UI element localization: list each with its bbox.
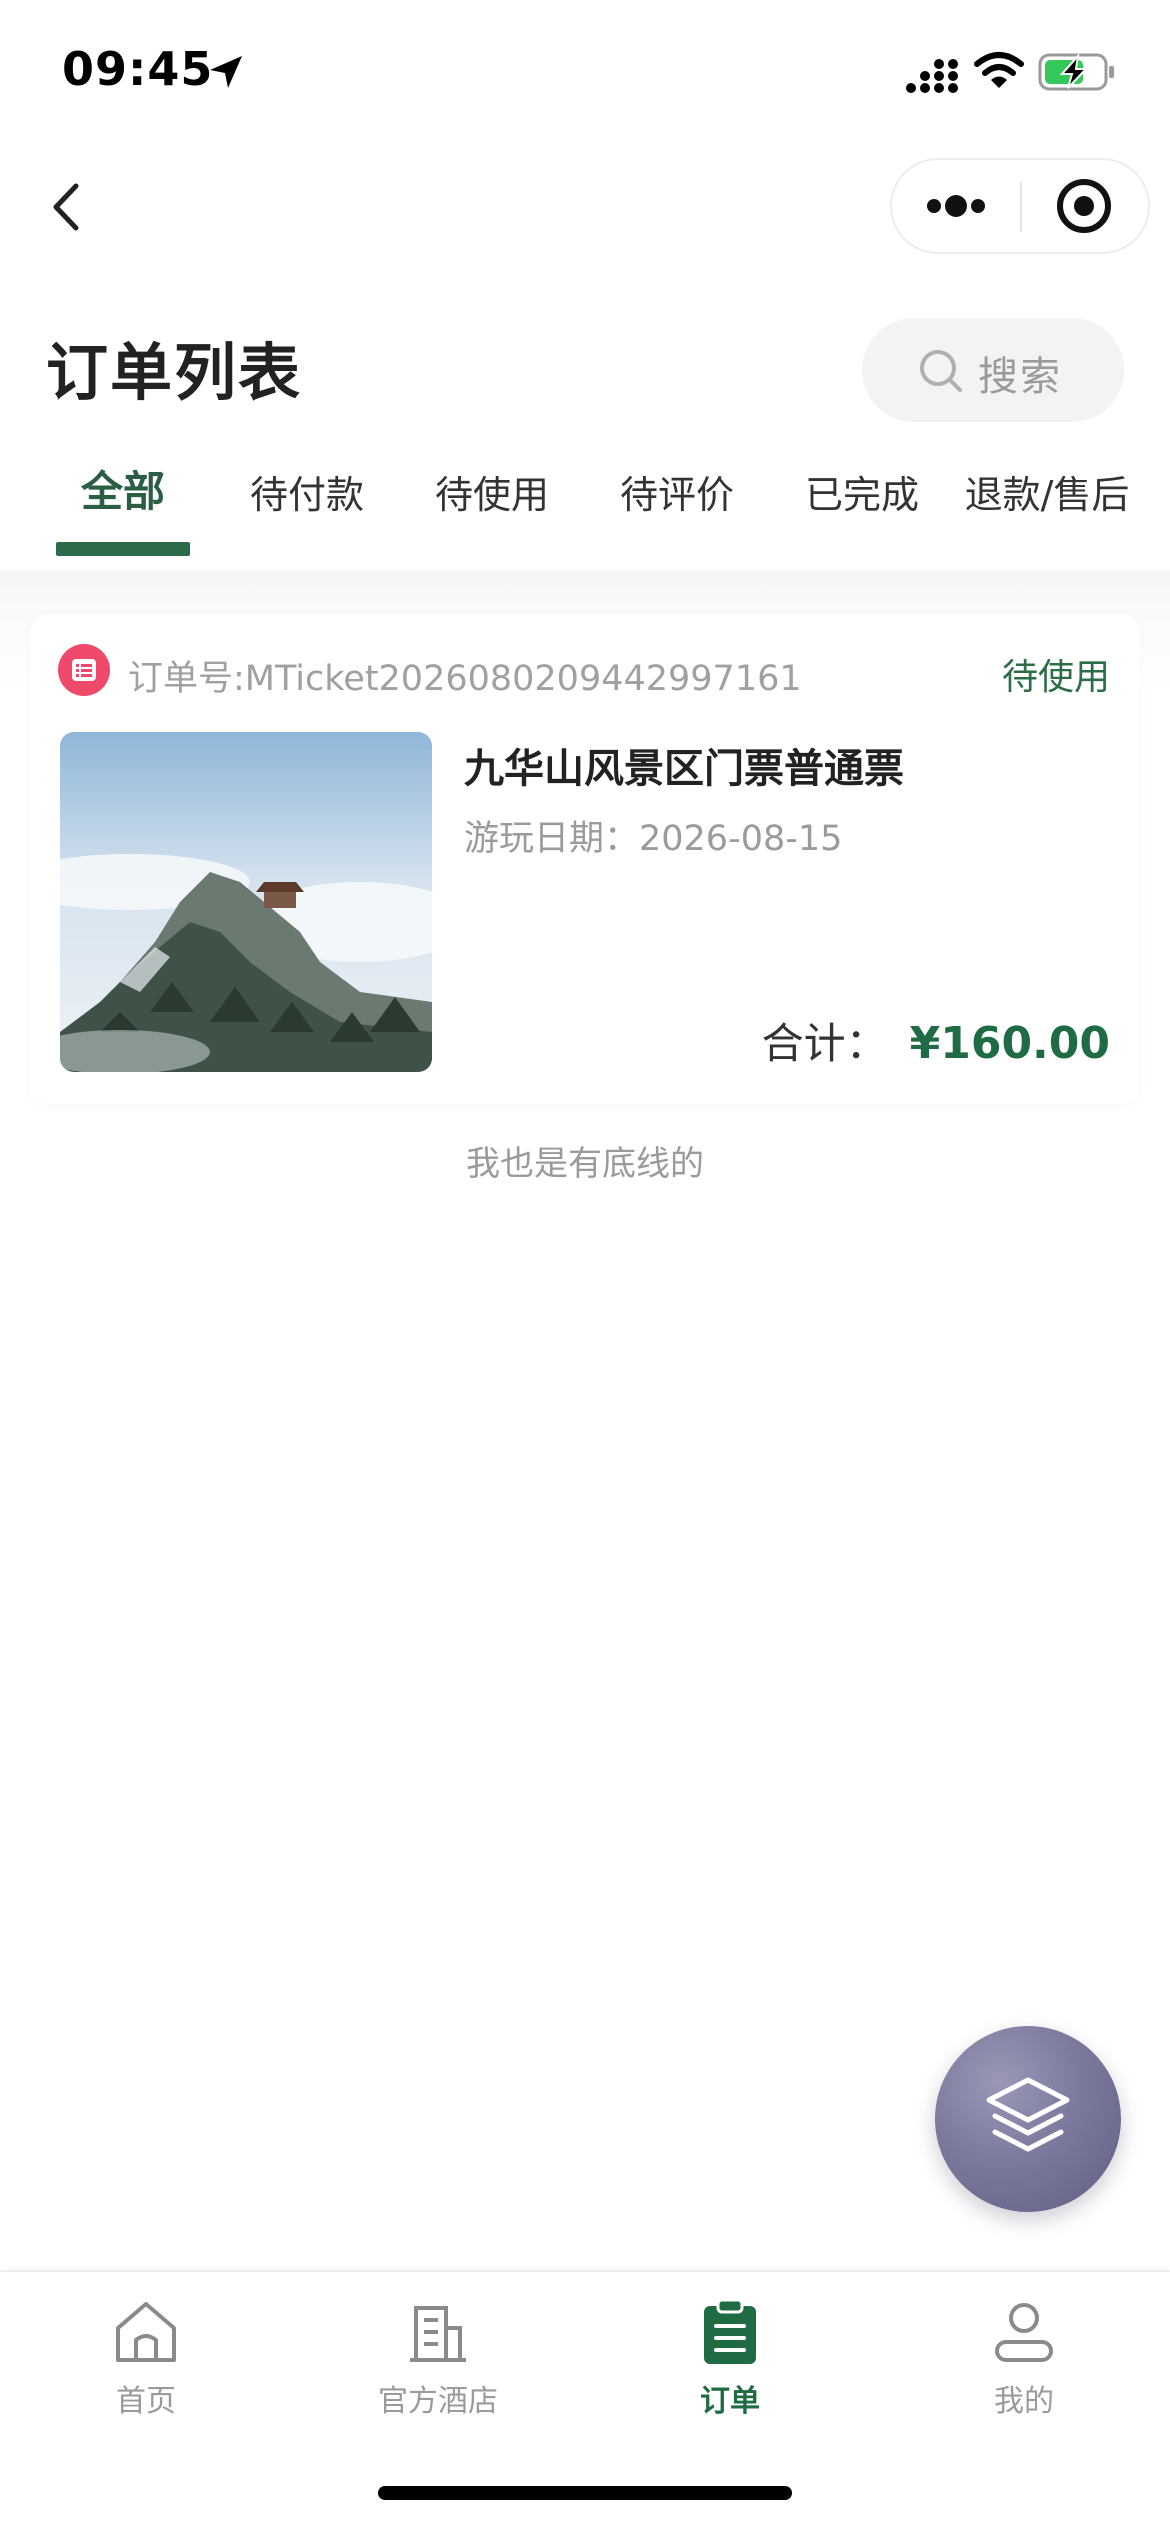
- tabbar-hotel[interactable]: 官方酒店: [338, 2296, 538, 2436]
- product-thumbnail: [60, 732, 432, 1072]
- wifi-icon: [974, 52, 1024, 88]
- tab-to-review[interactable]: 待评价: [620, 464, 734, 519]
- search-placeholder: 搜索: [978, 354, 1062, 400]
- tabbar-profile[interactable]: 我的: [924, 2296, 1124, 2436]
- tabbar-label: 官方酒店: [378, 2384, 498, 2419]
- cellular-signal-icon: [906, 59, 958, 93]
- order-list-icon: [58, 644, 110, 696]
- order-status-tabs: 全部 待付款 待使用 待评价 已完成 退款/售后: [0, 450, 1170, 560]
- clipboard-icon: [704, 2298, 756, 2364]
- close-miniprogram-icon[interactable]: [1022, 160, 1150, 252]
- home-icon: [116, 2302, 176, 2362]
- layers-fab-button[interactable]: [935, 2026, 1121, 2212]
- mini-program-capsule: [890, 158, 1150, 254]
- tab-completed[interactable]: 已完成: [805, 464, 919, 519]
- status-bar: 09:45: [0, 0, 1170, 150]
- tabbar-orders[interactable]: 订单: [630, 2296, 830, 2436]
- order-number: 订单号:MTicket2026080209442997161: [128, 659, 802, 699]
- search-icon: [920, 350, 962, 392]
- battery-charging-icon: [1038, 52, 1114, 91]
- building-icon: [410, 2306, 466, 2362]
- tabbar-home[interactable]: 首页: [46, 2296, 246, 2436]
- order-total: 合计： ¥160.00: [762, 1010, 1110, 1071]
- tab-pending-payment[interactable]: 待付款: [250, 464, 364, 519]
- home-indicator: [378, 2486, 792, 2500]
- tabbar-label: 首页: [116, 2384, 176, 2419]
- tab-refund[interactable]: 退款/售后: [965, 464, 1130, 519]
- visit-date: 游玩日期：2026-08-15: [464, 819, 843, 859]
- active-tab-indicator: [56, 542, 190, 556]
- list-end-message: 我也是有底线的: [466, 1144, 704, 1184]
- order-card[interactable]: 订单号:MTicket2026080209442997161 待使用 九华山风景…: [30, 614, 1140, 1104]
- screen: 09:45 订单列表 搜索 全部 待付款 待使用 待评价 已完成 退款/售后 订…: [0, 0, 1170, 2532]
- order-status: 待使用: [1001, 657, 1110, 698]
- back-button[interactable]: [40, 170, 100, 244]
- tab-to-use[interactable]: 待使用: [435, 464, 549, 519]
- location-arrow-icon: [210, 56, 242, 88]
- total-price: ¥160.00: [909, 1018, 1110, 1069]
- search-button[interactable]: 搜索: [862, 318, 1124, 422]
- layers-icon: [986, 2077, 1070, 2152]
- user-icon: [995, 2303, 1053, 2362]
- tab-all[interactable]: 全部: [81, 458, 165, 519]
- tabbar-label: 我的: [994, 2384, 1054, 2419]
- status-time: 09:45: [62, 42, 214, 96]
- tabbar-label: 订单: [700, 2384, 760, 2419]
- more-icon[interactable]: [892, 160, 1020, 252]
- product-name: 九华山风景区门票普通票: [464, 746, 904, 792]
- total-label: 合计：: [761, 1019, 888, 1068]
- page-title: 订单列表: [46, 336, 303, 409]
